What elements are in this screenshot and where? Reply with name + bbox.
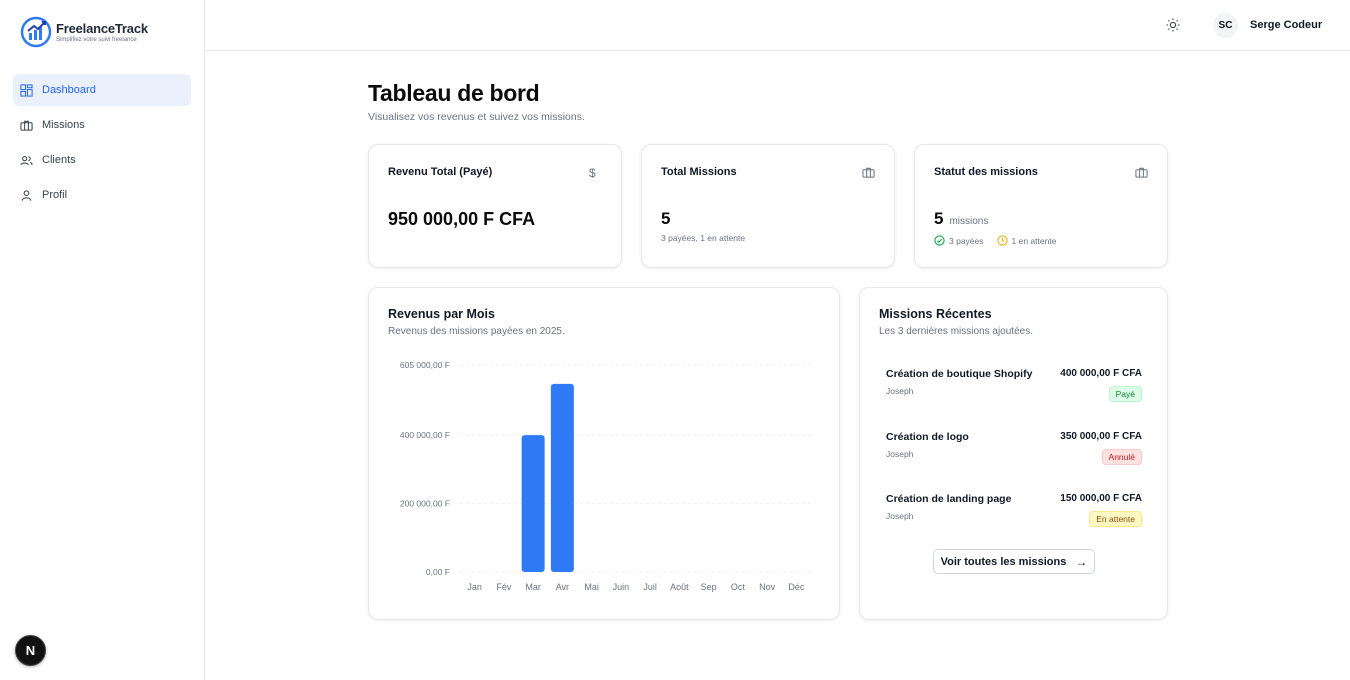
arrow-right-icon: →	[1075, 554, 1088, 569]
y-tick-label: 605 000,00 F	[400, 360, 450, 370]
view-all-label: Voir toutes les missions	[940, 555, 1067, 568]
status-card: Statut des missions 5 missions 3 payées …	[914, 144, 1168, 268]
y-tick-label: 0,00 F	[426, 567, 450, 577]
mission-name: Création de logo	[886, 431, 969, 443]
revenue-card: Revenu Total (Payé) $ 950 000,00 F CFA	[368, 144, 622, 268]
mission-name: Création de landing page	[886, 493, 1012, 505]
dollar-icon: $	[589, 166, 596, 180]
briefcase-icon	[862, 167, 875, 178]
revenue-bar-chart: 0,00 F 200 000,00 F 400 000,00 F 605 000,00…	[400, 360, 811, 592]
sidebar-item-label: Dashboard	[42, 84, 96, 96]
page-subtitle: Visualisez vos revenus et suivez vos mis…	[368, 111, 585, 123]
x-tick-label: Sep	[701, 582, 717, 592]
sidebar-item-label: Missions	[42, 119, 85, 131]
sidebar-item-dashboard[interactable]: Dashboard	[13, 74, 191, 106]
users-icon	[20, 155, 33, 165]
x-tick-label: Nov	[759, 582, 776, 592]
revenue-chart-card: Revenus par Mois Revenus des missions pa…	[368, 287, 840, 620]
avatar-initials: SC	[1218, 20, 1233, 31]
sidebar: FreelanceTrack Simplifiez votre suivi fr…	[0, 0, 205, 680]
y-tick-label: 400 000,00 F	[400, 430, 450, 440]
x-tick-label: Avr	[556, 582, 569, 592]
status-badge: Payé	[1108, 386, 1142, 402]
logo-icon	[20, 16, 52, 48]
brand-tagline: Simplifiez votre suivi freelance	[56, 37, 137, 43]
top-header: SC Serge Codeur	[205, 0, 1350, 51]
mission-amount: 150 000,00 F CFA	[1060, 493, 1142, 504]
view-all-missions-button[interactable]: Voir toutes les missions →	[933, 549, 1095, 574]
x-tick-label: Oct	[731, 582, 746, 592]
x-tick-label: Déc	[788, 582, 805, 592]
status-card-title: Statut des missions	[934, 166, 1038, 178]
sidebar-item-label: Profil	[42, 189, 68, 201]
status-badge: En attente	[1089, 511, 1142, 527]
mission-name: Création de boutique Shopify	[886, 368, 1033, 380]
clock-icon	[996, 235, 1008, 246]
sidebar-nav: Dashboard Missions Clients Profil	[13, 74, 191, 214]
recent-missions-subtitle: Les 3 dernières missions ajoutées.	[879, 326, 1033, 337]
x-tick-label: Juin	[613, 582, 630, 592]
mission-client: Joseph	[886, 511, 914, 521]
status-breakdown: 3 payées 1 en attente	[934, 235, 1069, 246]
mission-client: Joseph	[886, 449, 914, 459]
dashboard-icon	[20, 83, 33, 97]
briefcase-icon	[1135, 167, 1148, 178]
missions-breakdown: 3 payées, 1 en attente	[661, 233, 746, 243]
page-title: Tableau de bord	[368, 80, 540, 106]
status-pending-count: 1 en attente	[1011, 235, 1057, 246]
status-count-unit: missions	[949, 216, 989, 227]
missions-total-value: 5	[661, 209, 671, 228]
mission-amount: 350 000,00 F CFA	[1060, 431, 1142, 442]
x-tick-label: Fév	[496, 582, 512, 592]
brand-title: FreelanceTrack	[56, 21, 148, 36]
sun-icon[interactable]	[1165, 17, 1181, 33]
sidebar-item-clients[interactable]: Clients	[13, 144, 191, 176]
x-tick-label: Août	[670, 582, 689, 592]
mission-client: Joseph	[886, 386, 914, 396]
missions-card-title: Total Missions	[661, 166, 737, 178]
x-tick-label: Mar	[525, 582, 541, 592]
user-name[interactable]: Serge Codeur	[1250, 19, 1322, 31]
revenue-total-value: 950 000,00 F CFA	[388, 209, 536, 229]
x-tick-label: Mai	[584, 582, 599, 592]
missions-card: Total Missions 5 3 payées, 1 en attente	[641, 144, 895, 268]
chart-bar-mar[interactable]	[521, 435, 545, 572]
sidebar-item-label: Clients	[42, 154, 76, 166]
chart-bar-avr[interactable]	[550, 383, 574, 572]
check-circle-icon	[934, 235, 945, 246]
brand-logo[interactable]: FreelanceTrack Simplifiez votre suivi fr…	[20, 16, 148, 48]
status-paid-count: 3 payées	[949, 235, 984, 246]
status-count: 5 missions	[934, 209, 988, 229]
mission-amount: 400 000,00 F CFA	[1060, 368, 1142, 379]
avatar[interactable]: SC	[1213, 13, 1238, 38]
revenue-card-title: Revenu Total (Payé)	[388, 166, 493, 178]
sidebar-item-missions[interactable]: Missions	[13, 109, 191, 141]
recent-missions-card: Missions Récentes Les 3 dernières missio…	[859, 287, 1168, 620]
y-tick-label: 200 000,00 F	[400, 499, 450, 509]
status-badge: Annulé	[1101, 449, 1142, 465]
x-tick-label: Juil	[643, 582, 657, 592]
nextjs-devtools-button[interactable]: N	[15, 635, 46, 666]
recent-missions-title: Missions Récentes	[879, 307, 992, 321]
next-badge-label: N	[25, 643, 36, 658]
user-icon	[21, 189, 32, 201]
x-tick-label: Jan	[467, 582, 482, 592]
sidebar-item-profil[interactable]: Profil	[13, 179, 191, 211]
briefcase-icon	[20, 120, 33, 131]
status-count-value: 5	[934, 209, 944, 228]
